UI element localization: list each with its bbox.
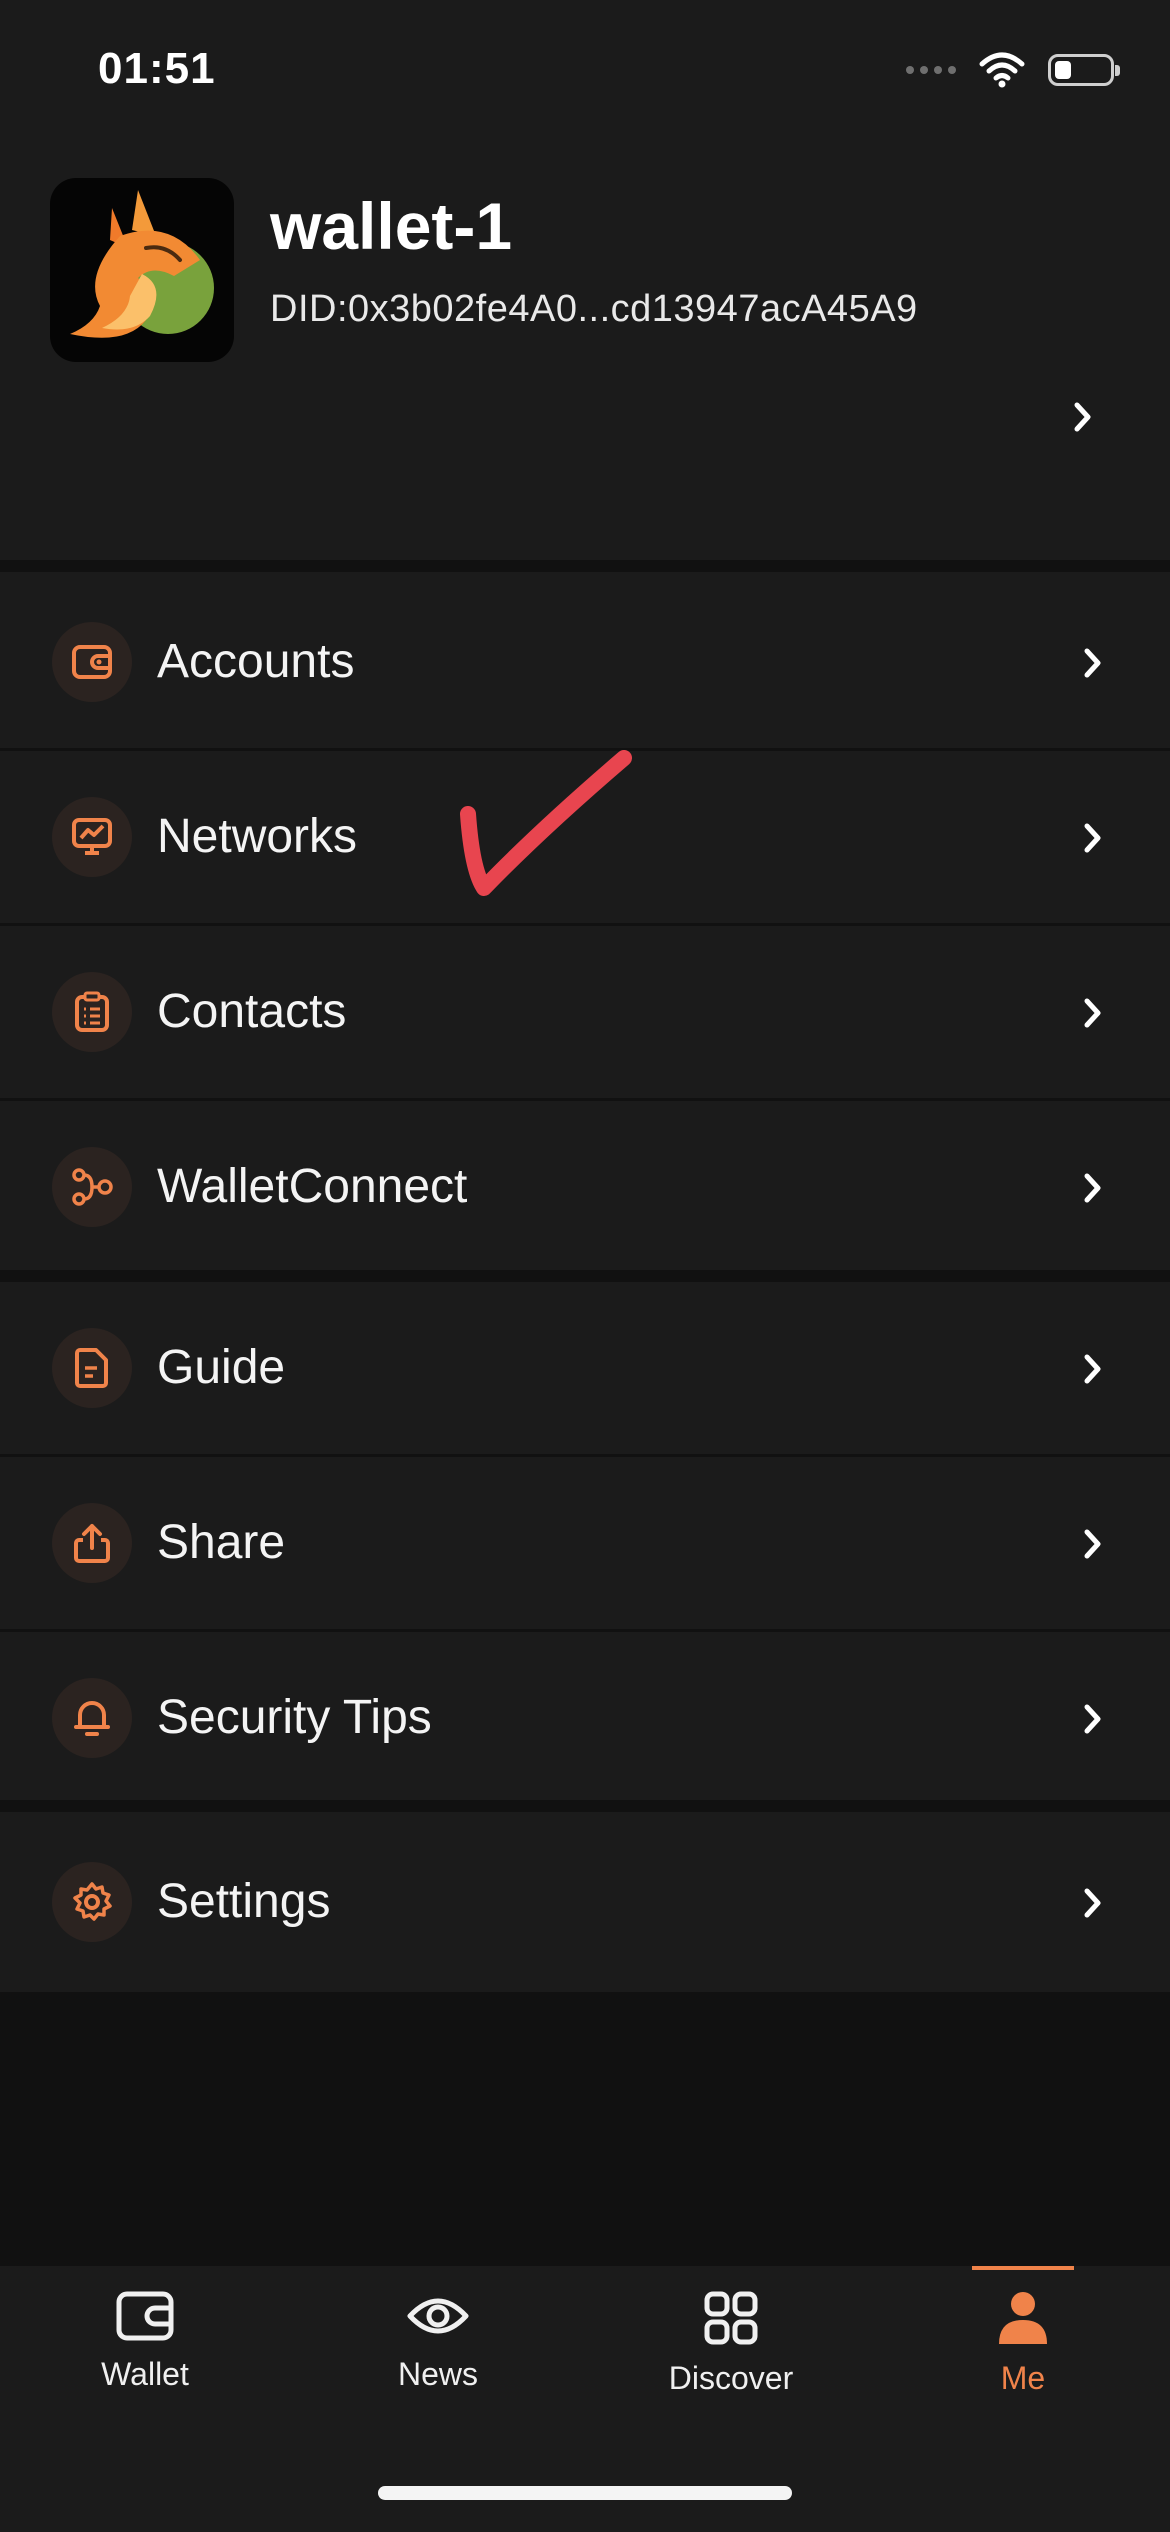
grid-icon [704,2291,758,2345]
share-upload-icon [52,1503,132,1583]
wifi-icon [979,52,1025,88]
tab-discover[interactable]: Discover [621,2290,841,2397]
menu-label-accounts: Accounts [157,635,355,688]
chevron-right-icon [1084,823,1101,853]
walletconnect-nodes-icon [52,1147,132,1227]
tab-label-me: Me [1000,2360,1046,2396]
menu-label-guide: Guide [157,1341,286,1394]
contacts-list-icon [52,972,132,1052]
person-icon [999,2292,1047,2344]
menu-item-settings[interactable]: Settings [0,1816,1170,1988]
chevron-right-icon [1084,648,1101,678]
fox-logo-avatar[interactable] [50,178,234,362]
chevron-right-icon [1084,1354,1101,1384]
red-checkmark-annotation [460,750,632,896]
menu-label-security-tips: Security Tips [157,1691,432,1744]
battery-icon [1048,54,1120,86]
status-bar: 01:51 [0,0,1170,150]
menu-label-networks: Networks [157,810,358,863]
tab-news[interactable]: News [328,2290,548,2393]
wallet-icon [52,622,132,702]
tab-label-wallet: Wallet [101,2356,189,2392]
tab-label-news: News [397,2356,478,2392]
menu-item-guide[interactable]: Guide [0,1282,1170,1454]
wallet-name: wallet-1 [270,189,513,263]
menu-label-walletconnect: WalletConnect [157,1160,468,1213]
tab-me[interactable]: Me [913,2290,1133,2397]
tab-label-discover: Discover [668,2360,794,2396]
status-time: 01:51 [98,44,216,93]
active-tab-indicator [972,2266,1074,2270]
menu-label-contacts: Contacts [157,985,347,1038]
chevron-right-icon [1074,402,1091,432]
network-chart-icon [52,797,132,877]
menu-item-share[interactable]: Share [0,1457,1170,1629]
menu-item-walletconnect[interactable]: WalletConnect [0,1101,1170,1273]
chevron-right-icon [1084,1173,1101,1203]
wallet-did: DID:0x3b02fe4A0...cd13947acA45A9 [270,288,918,330]
chevron-right-icon [1084,1888,1101,1918]
menu-label-settings: Settings [157,1875,331,1928]
chevron-right-icon [1084,1529,1101,1559]
chevron-right-icon [1084,1704,1101,1734]
tab-wallet[interactable]: Wallet [35,2290,255,2393]
wallet-icon [116,2291,174,2341]
status-icons [906,52,1120,88]
menu-item-security-tips[interactable]: Security Tips [0,1632,1170,1800]
bell-icon [52,1678,132,1758]
menu-item-contacts[interactable]: Contacts [0,926,1170,1098]
gear-icon [52,1862,132,1942]
cellular-signal-icon [906,66,956,74]
eye-icon [407,2298,469,2334]
chevron-right-icon [1084,998,1101,1028]
home-indicator[interactable] [378,2486,792,2500]
menu-label-share: Share [157,1516,286,1569]
guide-document-icon [52,1328,132,1408]
menu-item-accounts[interactable]: Accounts [0,576,1170,748]
